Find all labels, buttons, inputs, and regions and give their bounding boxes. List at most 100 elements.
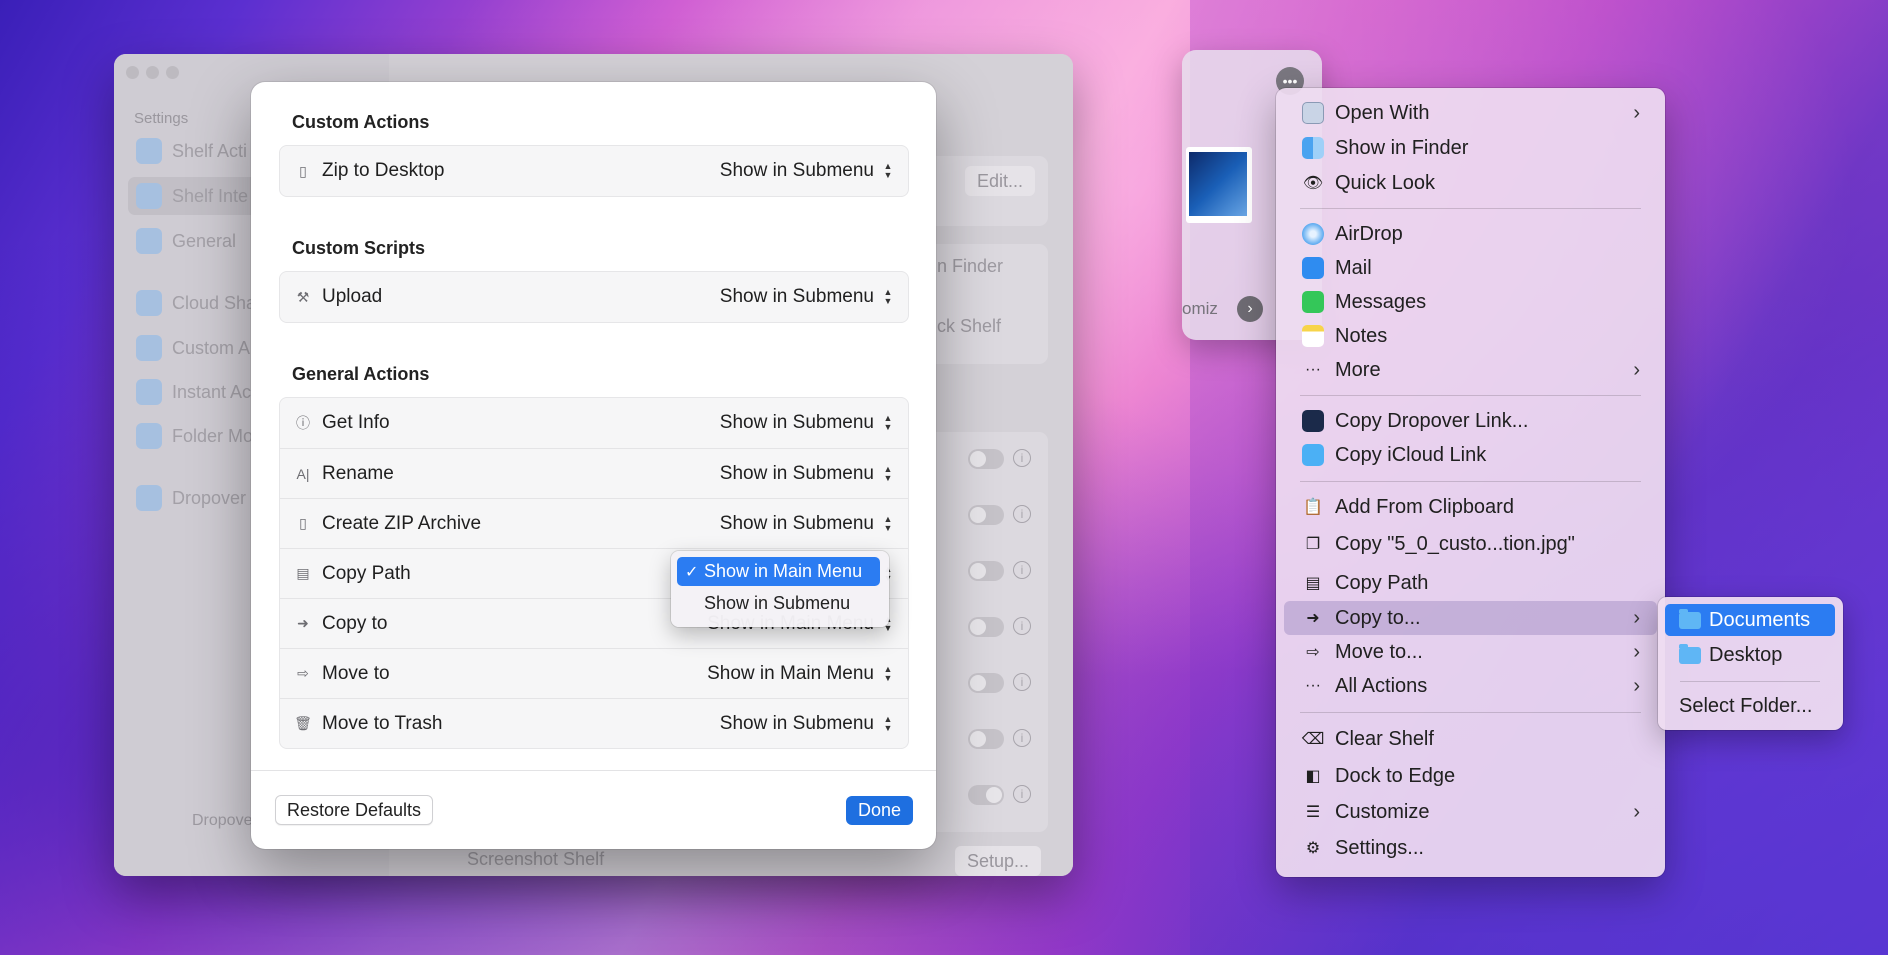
sidebar-item-label: Folder Mo (172, 425, 254, 446)
icloud-icon (1301, 443, 1325, 467)
menu-item-label: Copy to... (1335, 606, 1421, 629)
toggle[interactable] (968, 673, 1004, 693)
menu-item-copy-dropover-link[interactable]: Copy Dropover Link... (1284, 404, 1657, 438)
menu-item-label: Customize (1335, 800, 1430, 823)
menu-item-all-actions[interactable]: ··· All Actions › (1284, 669, 1657, 703)
setup-button[interactable]: Setup... (955, 846, 1042, 876)
menu-item-airdrop[interactable]: AirDrop (1284, 217, 1657, 251)
section-title: Custom Scripts (292, 238, 426, 258)
menu-item-dock-to-edge[interactable]: ◧ Dock to Edge (1284, 759, 1657, 793)
rename-icon: A| (296, 465, 310, 482)
zoom-window-button[interactable] (166, 66, 179, 79)
info-icon[interactable]: i (1013, 505, 1031, 523)
edit-button[interactable]: Edit... (965, 166, 1036, 196)
popup-option-main-menu[interactable]: ✓ Show in Main Menu (677, 557, 880, 586)
copy-path-icon: ▤ (296, 565, 310, 581)
folder-icon (1679, 643, 1701, 664)
action-row: ⓘ Get Info Show in Submenu ▲ ▼ (280, 398, 908, 448)
minimize-window-button[interactable] (146, 66, 159, 79)
action-visibility-popup[interactable]: Show in Submenu ▲ ▼ (720, 160, 894, 182)
action-visibility-popup[interactable]: Show in Submenu ▲ ▼ (720, 713, 894, 735)
checkmark-icon: ✓ (685, 563, 699, 581)
info-icon[interactable]: i (1013, 785, 1031, 803)
menu-item-customize[interactable]: ☰ Customize › (1284, 795, 1657, 829)
menu-item-copy-path[interactable]: ▤ Copy Path (1284, 566, 1657, 600)
sidebar-item-label: Dropover (172, 487, 247, 508)
sliders-icon: ☰ (1305, 804, 1321, 821)
action-row: A| Rename Show in Submenu ▲ ▼ (280, 448, 908, 498)
action-visibility-popup[interactable]: Show in Submenu ▲ ▼ (720, 463, 894, 485)
info-icon[interactable]: i (1013, 617, 1031, 635)
info-icon[interactable]: i (1013, 449, 1031, 467)
copy-doc-icon: ❐ (1305, 536, 1321, 553)
menu-separator (1300, 712, 1641, 713)
finder-popup[interactable]: n Finder (937, 256, 1003, 277)
close-window-button[interactable] (126, 66, 139, 79)
toggle[interactable] (968, 785, 1004, 805)
menu-item-show-in-finder[interactable]: Show in Finder (1284, 131, 1657, 165)
menu-item-open-with[interactable]: Open With › (1284, 96, 1657, 130)
sidebar-item-label: Custom A (172, 337, 251, 358)
menu-item-copy-file[interactable]: ❐ Copy "5_0_custo...tion.jpg" (1284, 527, 1657, 561)
submenu-item-label: Select Folder... (1679, 694, 1813, 717)
menu-item-copy-icloud-link[interactable]: Copy iCloud Link (1284, 438, 1657, 472)
mail-icon (1301, 256, 1325, 280)
menu-item-move-to[interactable]: ⇨ Move to... › (1284, 635, 1657, 669)
action-label: Get Info (322, 412, 390, 433)
chevron-right-icon[interactable]: › (1237, 296, 1263, 322)
action-label: Rename (322, 462, 394, 484)
menu-item-label: Copy "5_0_custo...tion.jpg" (1335, 532, 1575, 555)
menu-item-label: Dock to Edge (1335, 764, 1456, 787)
menu-item-mail[interactable]: Mail (1284, 251, 1657, 285)
context-menu: Open With › Show in Finder 👁 Quick Look Ai… (1276, 88, 1665, 877)
info-icon[interactable]: i (1013, 561, 1031, 579)
popup-option-submenu[interactable]: Show in Submenu (677, 589, 880, 618)
menu-item-messages[interactable]: Messages (1284, 285, 1657, 319)
arrow-circle-icon: ➜ (1306, 610, 1320, 627)
action-label: Upload (322, 286, 383, 307)
submenu-item-documents[interactable]: Documents (1665, 604, 1835, 636)
menu-item-label: Show in Finder (1335, 136, 1469, 159)
menu-item-label: Open With (1335, 101, 1430, 124)
done-button[interactable]: Done (846, 796, 914, 825)
toggle[interactable] (968, 449, 1004, 469)
menu-item-settings[interactable]: ⚙ Settings... (1284, 831, 1657, 865)
action-visibility-popup[interactable]: Show in Submenu ▲ ▼ (720, 412, 894, 434)
action-row: ▯ Zip to Desktop Show in Submenu ▲ ▼ (280, 146, 908, 196)
cloud-icon (136, 290, 162, 316)
sidebar-item-label: Shelf Inte (172, 185, 249, 206)
popup-value: Show in Submenu (719, 160, 874, 181)
sidebar-item-label: Cloud Sha (172, 292, 257, 313)
file-thumbnail[interactable] (1186, 147, 1252, 223)
toggle[interactable] (968, 617, 1004, 637)
menu-item-quick-look[interactable]: 👁 Quick Look (1284, 166, 1657, 200)
menu-item-label: Copy iCloud Link (1335, 443, 1487, 466)
menu-item-add-from-clipboard[interactable]: 📋 Add From Clipboard (1284, 490, 1657, 524)
toggle[interactable] (968, 505, 1004, 525)
sidebar-item-label: Shelf Acti (172, 140, 248, 161)
shelf-popup[interactable]: ck Shelf (937, 316, 1001, 337)
info-icon[interactable]: i (1013, 729, 1031, 747)
gear-icon (136, 228, 162, 254)
action-visibility-popup[interactable]: Show in Submenu ▲ ▼ (720, 286, 894, 308)
actions-sheet: Custom Actions ▯ Zip to Desktop Show in … (251, 82, 936, 849)
toggle[interactable] (968, 729, 1004, 749)
chevron-right-icon: › (1633, 606, 1640, 629)
arrow-circle-outline-icon: ⇨ (1306, 644, 1320, 661)
shelf-file-label: omiz (1182, 299, 1218, 318)
submenu-item-select-folder[interactable]: Select Folder... (1665, 690, 1835, 722)
dropover-icon (136, 485, 162, 511)
chevron-updown-icon: ▲▼ (883, 287, 893, 306)
submenu-item-desktop[interactable]: Desktop (1665, 639, 1835, 671)
action-label: Create ZIP Archive (322, 512, 482, 534)
action-visibility-popup[interactable]: Show in Submenu ▲ ▼ (720, 513, 894, 535)
menu-item-copy-to[interactable]: ➜ Copy to... › (1284, 601, 1657, 635)
menu-item-notes[interactable]: Notes (1284, 319, 1657, 353)
action-visibility-popup[interactable]: Show in Main Menu ▲▼ (707, 663, 894, 685)
menu-item-clear-shelf[interactable]: ⌫ Clear Shelf (1284, 722, 1657, 756)
toggle[interactable] (968, 561, 1004, 581)
info-icon[interactable]: i (1013, 673, 1031, 691)
menu-item-more[interactable]: ··· More › (1284, 353, 1657, 387)
restore-defaults-button[interactable]: Restore Defaults (275, 795, 434, 825)
action-row: 🗑 Move to Trash Show in Submenu ▲ ▼ (280, 698, 908, 748)
